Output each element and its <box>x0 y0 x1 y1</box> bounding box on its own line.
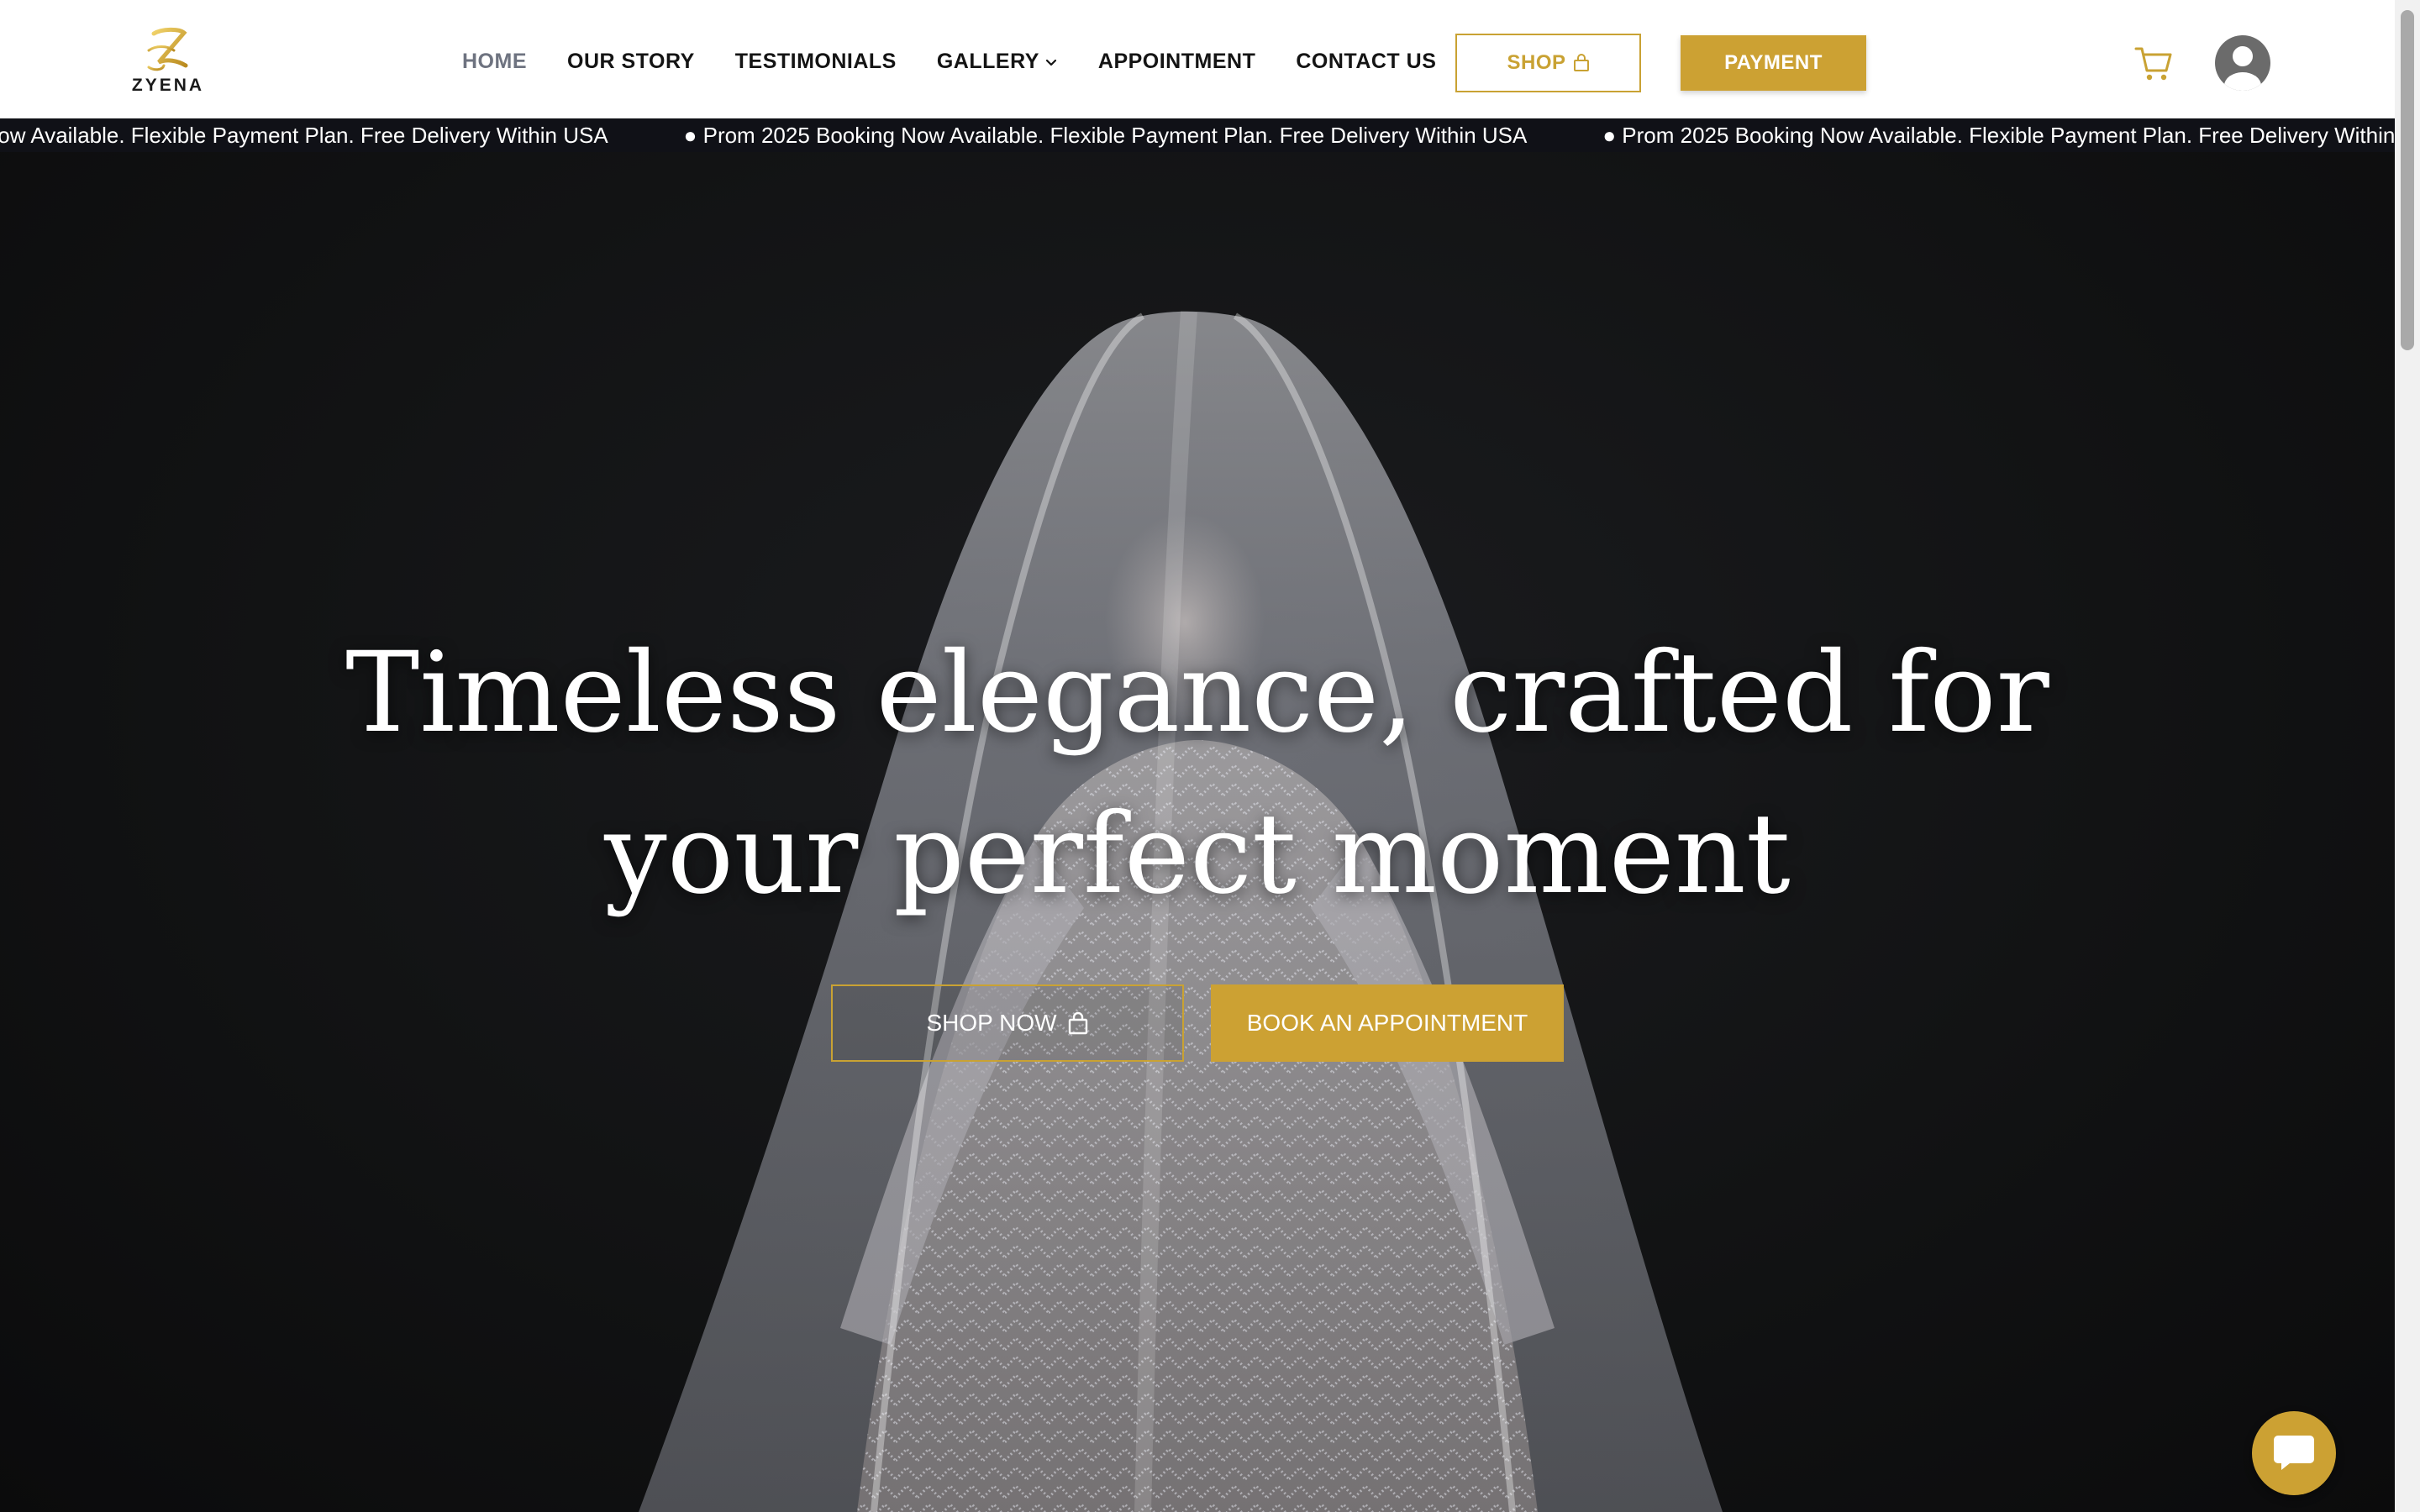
book-appointment-button[interactable]: BOOK AN APPOINTMENT <box>1211 984 1564 1062</box>
nav-home[interactable]: HOME <box>462 50 527 74</box>
shop-button[interactable]: SHOP <box>1455 34 1641 92</box>
chevron-down-icon <box>1045 59 1056 66</box>
shopping-bag-icon <box>1573 54 1589 71</box>
hero-section: Timeless elegance, crafted for your perf… <box>0 152 2395 1512</box>
scrollbar-thumb[interactable] <box>2401 10 2414 350</box>
user-avatar-icon[interactable] <box>2213 34 2272 92</box>
nav-gallery[interactable]: GALLERY <box>937 50 1058 74</box>
ticker-message: ● Prom 2025 Booking Now Available. Flexi… <box>0 123 608 148</box>
announcement-ticker: ● Prom 2025 Booking Now Available. Flexi… <box>0 118 2395 152</box>
cart-icon[interactable] <box>2133 42 2175 84</box>
logo-monogram-icon <box>147 27 188 71</box>
brand-logo[interactable]: ZYENA <box>126 25 210 101</box>
page-scrollbar[interactable] <box>2395 0 2420 1512</box>
hero-title-line-1: Timeless elegance, crafted for <box>345 628 2049 758</box>
ticker-message: ● Prom 2025 Booking Now Available. Flexi… <box>683 123 1528 148</box>
hero-title: Timeless elegance, crafted for your perf… <box>0 612 2395 935</box>
shop-now-button[interactable]: SHOP NOW <box>831 984 1184 1062</box>
site-header: ZYENA HOME OUR STORY TESTIMONIALS GALLER… <box>0 0 2395 118</box>
nav-appointment[interactable]: APPOINTMENT <box>1098 50 1255 74</box>
nav-gallery-label: GALLERY <box>936 49 1039 73</box>
main-nav: HOME OUR STORY TESTIMONIALS GALLERY APPO… <box>462 47 1476 76</box>
shop-button-label: SHOP <box>1507 51 1566 74</box>
ticker-track: ● Prom 2025 Booking Now Available. Flexi… <box>0 118 2395 152</box>
ticker-message: ● Prom 2025 Booking Now Available. Flexi… <box>1602 123 2395 148</box>
nav-testimonials[interactable]: TESTIMONIALS <box>735 50 897 74</box>
shopping-bag-icon <box>1068 1011 1087 1035</box>
payment-button[interactable]: PAYMENT <box>1681 35 1866 91</box>
shop-now-label: SHOP NOW <box>926 1010 1057 1036</box>
nav-our-story[interactable]: OUR STORY <box>567 50 695 74</box>
chat-button[interactable] <box>2252 1411 2336 1495</box>
chat-bubble-icon <box>2274 1436 2314 1470</box>
hero-title-line-2: your perfect moment <box>604 790 1791 919</box>
nav-contact-us[interactable]: CONTACT US <box>1296 50 1436 74</box>
brand-name: ZYENA <box>131 76 205 95</box>
